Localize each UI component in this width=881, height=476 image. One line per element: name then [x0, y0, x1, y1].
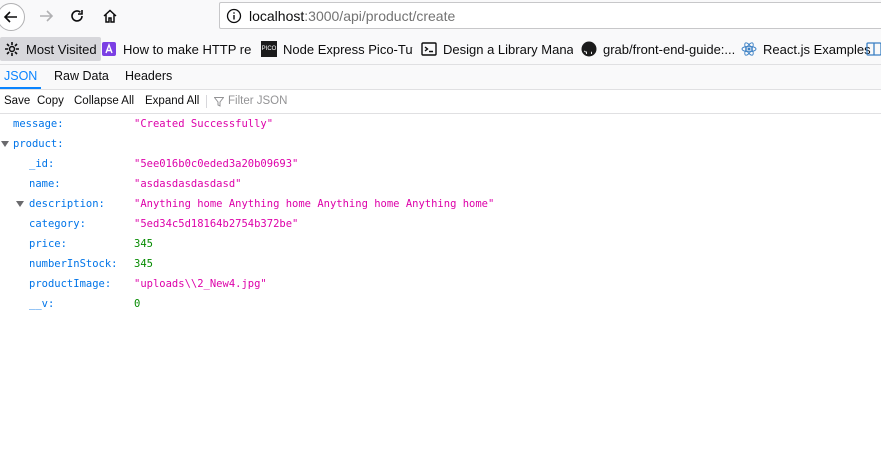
reload-button[interactable] — [64, 3, 90, 29]
json-key: name: — [29, 178, 61, 190]
purple-bookmark-icon — [102, 42, 116, 56]
url-host: localhost — [249, 8, 305, 24]
json-string-value: "uploads\\2_New4.jpg" — [134, 278, 267, 290]
url-path: :3000/api/product/create — [304, 8, 456, 24]
toolbar-divider — [206, 95, 207, 108]
json-key: __v: — [29, 298, 55, 310]
json-row-number-in-stock[interactable]: numberInStock: 345 — [0, 254, 881, 274]
reload-icon — [71, 10, 83, 22]
json-row-id[interactable]: _id: "5ee016b0c0eded3a20b09693" — [0, 154, 881, 174]
forward-button[interactable] — [33, 3, 59, 29]
json-number-value: 345 — [134, 258, 153, 270]
info-icon[interactable] — [226, 8, 242, 24]
json-row-message[interactable]: message: "Created Successfully" — [0, 114, 881, 134]
terminal-icon — [421, 42, 437, 56]
pico-icon: PICO — [261, 41, 277, 57]
json-row-product[interactable]: product: — [0, 134, 881, 154]
react-icon — [741, 42, 757, 56]
json-toolbar: Save Copy Collapse All Expand All Filter… — [0, 90, 881, 114]
expand-toggle-icon[interactable] — [1, 141, 9, 147]
bookmark-label: How to make HTTP re... — [123, 41, 251, 57]
json-string-value: "asdasdasdasdasd" — [134, 178, 242, 190]
bookmark-overflow[interactable] — [866, 37, 881, 61]
bookmarks-toolbar: Most Visited How to make HTTP re... PICO… — [0, 33, 881, 65]
json-string-value: "Anything home Anything home Anything ho… — [134, 198, 495, 210]
filter-placeholder: Filter JSON — [228, 95, 288, 107]
bookmark-react-examples[interactable]: React.js Examples — [741, 37, 871, 61]
filter-json-input[interactable]: Filter JSON — [214, 90, 287, 113]
filter-icon — [214, 96, 224, 107]
bookmark-label: grab/front-end-guide:... — [603, 41, 736, 57]
save-button[interactable]: Save — [4, 90, 30, 113]
github-icon — [581, 41, 597, 57]
json-string-value: "Created Successfully" — [134, 118, 274, 130]
url-text: localhost:3000/api/product/create — [249, 8, 455, 24]
json-row-description[interactable]: description: "Anything home Anything hom… — [0, 194, 881, 214]
expand-toggle-icon[interactable] — [16, 201, 24, 207]
tab-headers[interactable]: Headers — [121, 65, 176, 89]
bookmark-library-design[interactable]: Design a Library Mana... — [421, 37, 573, 61]
json-key: category: — [29, 218, 86, 230]
json-row-price[interactable]: price: 345 — [0, 234, 881, 254]
json-row-version[interactable]: __v: 0 — [0, 294, 881, 314]
tab-json[interactable]: JSON — [0, 65, 42, 89]
copy-button[interactable]: Copy — [37, 90, 64, 113]
bookmark-label: Most Visited — [26, 41, 97, 57]
json-key: price: — [29, 238, 67, 250]
json-key: product: — [13, 138, 64, 150]
home-button[interactable] — [97, 3, 123, 29]
json-key: productImage: — [29, 278, 112, 290]
json-string-value: "5ed34c5d18164b2754b372be" — [134, 218, 299, 230]
collapse-all-button[interactable]: Collapse All — [74, 90, 134, 113]
json-string-value: "5ee016b0c0eded3a20b09693" — [134, 158, 299, 170]
home-icon — [103, 9, 117, 23]
json-number-value: 345 — [134, 238, 153, 250]
bookmark-front-end-guide[interactable]: grab/front-end-guide:... — [581, 37, 736, 61]
bookmark-site-icon — [866, 42, 881, 56]
json-row-name[interactable]: name: "asdasdasdasdasd" — [0, 174, 881, 194]
tab-raw-data[interactable]: Raw Data — [50, 65, 113, 89]
json-viewer-tabs: JSON Raw Data Headers — [0, 65, 881, 90]
address-bar[interactable]: localhost:3000/api/product/create — [219, 2, 881, 29]
bookmark-node-express[interactable]: PICO Node Express Pico-Tut... — [261, 37, 413, 61]
bookmark-most-visited[interactable]: Most Visited — [0, 37, 101, 61]
json-key: description: — [29, 198, 105, 210]
arrow-right-icon — [40, 10, 54, 22]
json-number-value: 0 — [134, 298, 141, 310]
back-button[interactable] — [0, 3, 25, 31]
json-key: message: — [13, 118, 64, 130]
json-row-category[interactable]: category: "5ed34c5d18164b2754b372be" — [0, 214, 881, 234]
json-row-product-image[interactable]: productImage: "uploads\\2_New4.jpg" — [0, 274, 881, 294]
arrow-left-icon — [3, 11, 17, 23]
json-key: numberInStock: — [29, 258, 118, 270]
bookmark-label: Design a Library Mana... — [443, 41, 573, 57]
expand-all-button[interactable]: Expand All — [145, 90, 199, 113]
navigation-toolbar: localhost:3000/api/product/create — [0, 0, 881, 33]
bookmark-label: React.js Examples — [763, 41, 871, 57]
gear-icon — [5, 42, 19, 56]
bookmark-label: Node Express Pico-Tut... — [283, 41, 413, 57]
bookmark-http-requests[interactable]: How to make HTTP re... — [101, 37, 251, 61]
json-key: _id: — [29, 158, 55, 170]
